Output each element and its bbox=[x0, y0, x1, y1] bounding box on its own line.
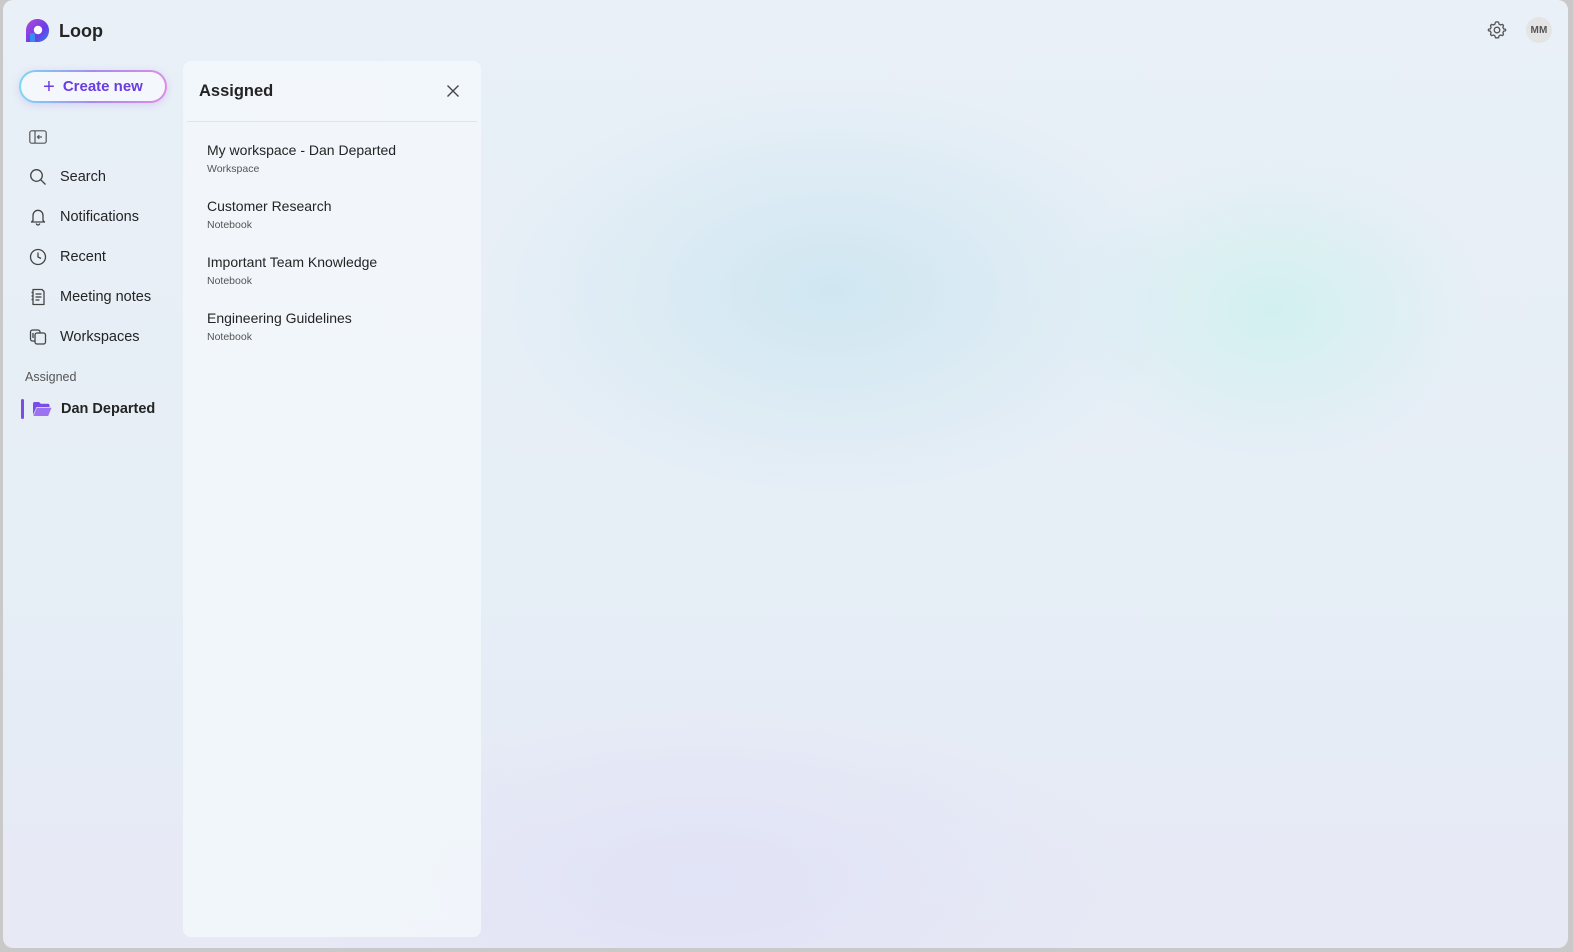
list-item-type: Notebook bbox=[207, 219, 252, 231]
list-item[interactable]: Important Team Knowledge Notebook bbox=[207, 253, 467, 288]
sidebar-item-label: Search bbox=[60, 169, 106, 185]
list-item-title: Customer Research bbox=[207, 198, 332, 214]
assigned-panel: Assigned My workspace - Dan Departed Wor… bbox=[183, 61, 481, 937]
gear-icon[interactable] bbox=[1487, 20, 1507, 40]
sidebar-item-workspaces[interactable]: Workspaces bbox=[23, 321, 173, 353]
list-item[interactable]: Customer Research Notebook bbox=[207, 197, 467, 232]
list-item-type: Notebook bbox=[207, 275, 252, 287]
panel-title: Assigned bbox=[199, 82, 274, 100]
list-item-title: My workspace - Dan Departed bbox=[207, 142, 397, 158]
list-item-title: Important Team Knowledge bbox=[207, 254, 378, 270]
search-icon bbox=[30, 169, 46, 185]
list-item[interactable]: Engineering Guidelines Notebook bbox=[207, 309, 467, 344]
list-item-type: Notebook bbox=[207, 331, 252, 343]
sidebar-item-label: Meeting notes bbox=[60, 289, 152, 305]
sidebar-item-meeting-notes[interactable]: Meeting notes bbox=[23, 281, 173, 313]
list-item[interactable]: My workspace - Dan Departed Workspace bbox=[207, 141, 467, 176]
notes-icon bbox=[31, 288, 45, 306]
selected-indicator bbox=[21, 399, 24, 419]
workspaces-icon bbox=[29, 329, 47, 345]
sidebar-item-label: Dan Departed bbox=[61, 401, 156, 417]
clock-icon bbox=[29, 248, 47, 266]
bell-icon bbox=[30, 209, 46, 226]
assigned-section-label: Assigned bbox=[25, 370, 77, 384]
list-item-title: Engineering Guidelines bbox=[207, 310, 352, 326]
sidebar-item-label: Notifications bbox=[60, 209, 139, 225]
collapse-sidebar-icon[interactable] bbox=[29, 130, 47, 144]
sidebar-item-dan-departed[interactable]: Dan Departed bbox=[21, 397, 173, 421]
sidebar-item-label: Workspaces bbox=[60, 329, 140, 345]
app-window: Loop MM + Create new Search Notification… bbox=[3, 0, 1568, 948]
create-new-button[interactable]: + Create new bbox=[19, 70, 167, 103]
plus-icon: + bbox=[43, 75, 55, 98]
close-icon[interactable] bbox=[445, 83, 461, 99]
app-title: Loop bbox=[59, 21, 103, 41]
sidebar-item-notifications[interactable]: Notifications bbox=[23, 201, 173, 233]
list-item-type: Workspace bbox=[207, 163, 260, 175]
sidebar-item-recent[interactable]: Recent bbox=[23, 241, 173, 273]
sidebar-item-label: Recent bbox=[60, 249, 106, 265]
folder-open-icon bbox=[33, 402, 52, 416]
create-new-label: Create new bbox=[62, 78, 143, 95]
loop-logo-icon bbox=[26, 19, 49, 42]
sidebar-item-search[interactable]: Search bbox=[23, 161, 173, 193]
user-avatar[interactable]: MM bbox=[1526, 17, 1552, 43]
panel-divider bbox=[187, 121, 477, 122]
